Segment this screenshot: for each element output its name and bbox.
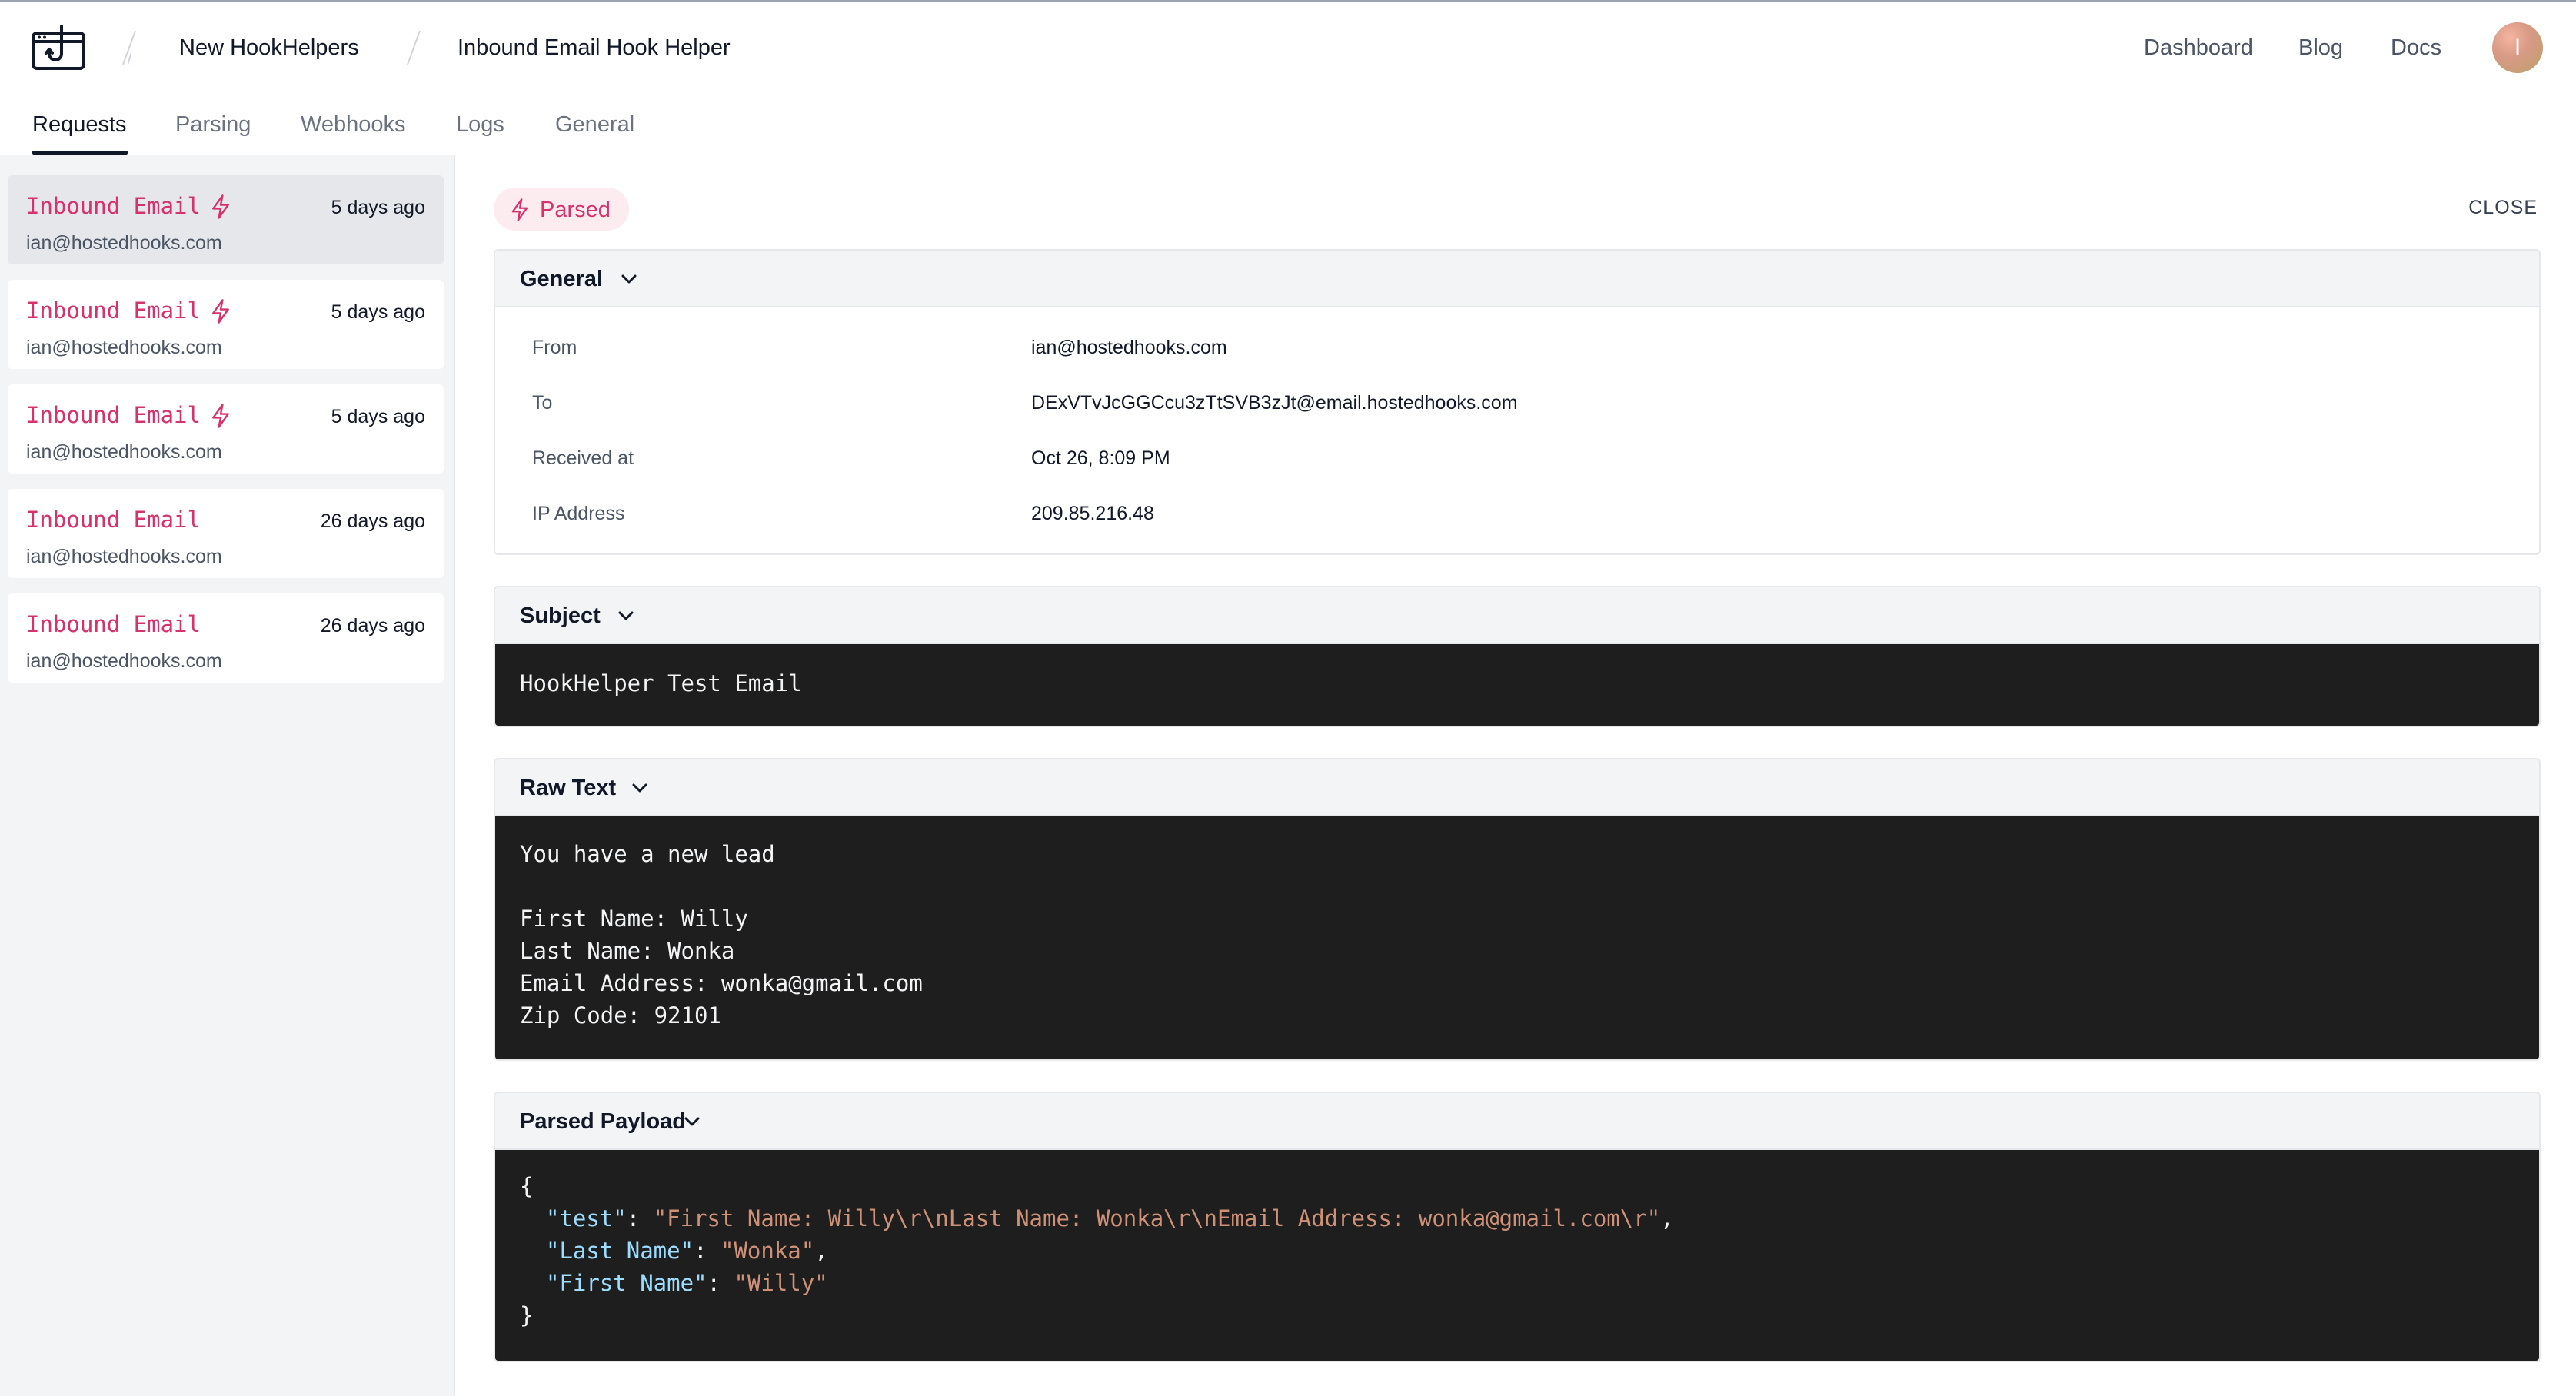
- bolt-icon: [212, 299, 229, 324]
- bolt-icon: [212, 404, 229, 428]
- panel-title: Raw Text: [520, 776, 617, 800]
- hook-logo-icon[interactable]: [31, 23, 88, 71]
- panel-title: Parsed Payload: [520, 1109, 686, 1134]
- request-email: ian@hostedhooks.com: [26, 546, 222, 567]
- json-separator: ,: [814, 1238, 828, 1264]
- tab-general[interactable]: General: [555, 111, 634, 138]
- json-entry: "test": "First Name: Willy\r\nLast Name:…: [546, 1205, 1674, 1231]
- avatar[interactable]: I: [2492, 22, 2543, 73]
- json-value: "First Name: Willy\r\nLast Name: Wonka\r…: [653, 1205, 1661, 1231]
- status-badge-label: Parsed: [540, 198, 611, 222]
- general-panel-header[interactable]: General: [495, 251, 2539, 307]
- general-panel: General From ian@hostedhooks.com To DExV…: [494, 249, 2541, 555]
- field-label: IP Address: [532, 503, 625, 524]
- json-close-brace: }: [520, 1302, 534, 1328]
- breadcrumb-separator-icon: [407, 31, 421, 65]
- raw-text-panel: Raw Text You have a new lead First Name:…: [494, 758, 2541, 1061]
- tab-bar: Requests Parsing Webhooks Logs General: [0, 92, 2576, 155]
- raw-text-panel-header[interactable]: Raw Text: [495, 759, 2539, 816]
- field-value: ian@hostedhooks.com: [1031, 337, 1227, 358]
- nav-blog-link[interactable]: Blog: [2298, 34, 2343, 61]
- request-email: ian@hostedhooks.com: [26, 232, 222, 254]
- raw-text-line: Email Address: wonka@gmail.com: [520, 970, 923, 996]
- subject-code-block: HookHelper Test Email: [495, 644, 2539, 726]
- parsed-payload-panel: Parsed Payload { "test": "First Name: Wi…: [494, 1092, 2541, 1362]
- tab-parsing[interactable]: Parsing: [175, 111, 251, 138]
- request-title: Inbound Email: [26, 193, 201, 219]
- request-detail: Parsed CLOSE General From ian@hostedhook…: [457, 155, 2576, 1396]
- json-entry: "First Name": "Willy": [546, 1270, 828, 1296]
- parsed-payload-code-block: { "test": "First Name: Willy\r\nLast Nam…: [495, 1150, 2539, 1361]
- field-value: DExVTvJcGGCcu3zTtSVB3zJt@email.hostedhoo…: [1031, 392, 1518, 414]
- nav-docs-link[interactable]: Docs: [2391, 34, 2441, 61]
- bolt-icon: [212, 194, 229, 219]
- request-time: 26 days ago: [320, 615, 425, 637]
- json-separator: ,: [1660, 1205, 1674, 1231]
- request-time: 5 days ago: [331, 406, 425, 427]
- field-label: Received at: [532, 447, 634, 469]
- parsed-payload-panel-header[interactable]: Parsed Payload: [495, 1093, 2539, 1150]
- subject-panel: Subject HookHelper Test Email: [494, 586, 2541, 727]
- field-label: To: [532, 392, 553, 414]
- json-open-brace: {: [520, 1173, 534, 1199]
- bolt-icon: [511, 198, 528, 221]
- breadcrumb-helper[interactable]: Inbound Email Hook Helper: [458, 34, 731, 61]
- chevron-down-icon: [632, 783, 647, 793]
- chevron-down-icon: [684, 1117, 700, 1126]
- panel-title: General: [520, 267, 603, 291]
- field-value: 209.85.216.48: [1031, 503, 1154, 524]
- raw-text-line: First Name: Willy: [520, 906, 748, 932]
- request-time: 5 days ago: [331, 301, 425, 323]
- chevron-down-icon: [618, 611, 634, 620]
- raw-text-line: Zip Code: 92101: [520, 1002, 721, 1029]
- json-value: "Wonka": [720, 1238, 815, 1264]
- tab-requests[interactable]: Requests: [32, 111, 127, 138]
- request-list-item[interactable]: Inbound Email 5 days ago ian@hostedhooks…: [8, 280, 444, 369]
- json-key: "Last Name": [546, 1238, 694, 1264]
- subject-value: HookHelper Test Email: [520, 670, 802, 696]
- app-header: New HookHelpers Inbound Email Hook Helpe…: [0, 2, 2576, 92]
- breadcrumb-separator-icon: [122, 31, 136, 65]
- request-list-item[interactable]: Inbound Email 26 days ago ian@hostedhook…: [8, 489, 444, 578]
- breadcrumb-project[interactable]: New HookHelpers: [179, 34, 359, 61]
- request-list-item[interactable]: Inbound Email 5 days ago ian@hostedhooks…: [8, 175, 444, 264]
- request-list: Inbound Email 5 days ago ian@hostedhooks…: [0, 155, 455, 1396]
- request-list-item[interactable]: Inbound Email 5 days ago ian@hostedhooks…: [8, 384, 444, 474]
- field-value: Oct 26, 8:09 PM: [1031, 447, 1170, 469]
- json-value: "Willy": [734, 1270, 828, 1296]
- field-label: From: [532, 337, 577, 358]
- request-title: Inbound Email: [26, 297, 201, 324]
- panel-title: Subject: [520, 603, 601, 628]
- request-title: Inbound Email: [26, 507, 201, 533]
- request-email: ian@hostedhooks.com: [26, 441, 222, 463]
- close-button[interactable]: CLOSE: [2468, 195, 2538, 220]
- json-entry: "Last Name": "Wonka",: [546, 1238, 828, 1264]
- json-key: "test": [546, 1205, 627, 1231]
- request-email: ian@hostedhooks.com: [26, 650, 222, 672]
- active-tab-indicator: [32, 151, 128, 155]
- request-time: 26 days ago: [320, 510, 425, 532]
- raw-text-code-block: You have a new lead First Name: Willy La…: [495, 816, 2539, 1059]
- json-key: "First Name": [546, 1270, 707, 1296]
- chevron-down-icon: [621, 274, 637, 284]
- request-email: ian@hostedhooks.com: [26, 337, 222, 358]
- nav-dashboard-link[interactable]: Dashboard: [2144, 34, 2253, 61]
- status-badge: Parsed: [494, 188, 629, 231]
- tab-logs[interactable]: Logs: [456, 111, 504, 138]
- raw-text-line: You have a new lead: [520, 841, 775, 867]
- raw-text-line: Last Name: Wonka: [520, 938, 735, 964]
- subject-panel-header[interactable]: Subject: [495, 587, 2539, 644]
- tab-webhooks[interactable]: Webhooks: [301, 111, 406, 138]
- request-time: 5 days ago: [331, 197, 425, 218]
- request-title: Inbound Email: [26, 402, 201, 428]
- request-list-item[interactable]: Inbound Email 26 days ago ian@hostedhook…: [8, 593, 444, 683]
- request-title: Inbound Email: [26, 611, 201, 637]
